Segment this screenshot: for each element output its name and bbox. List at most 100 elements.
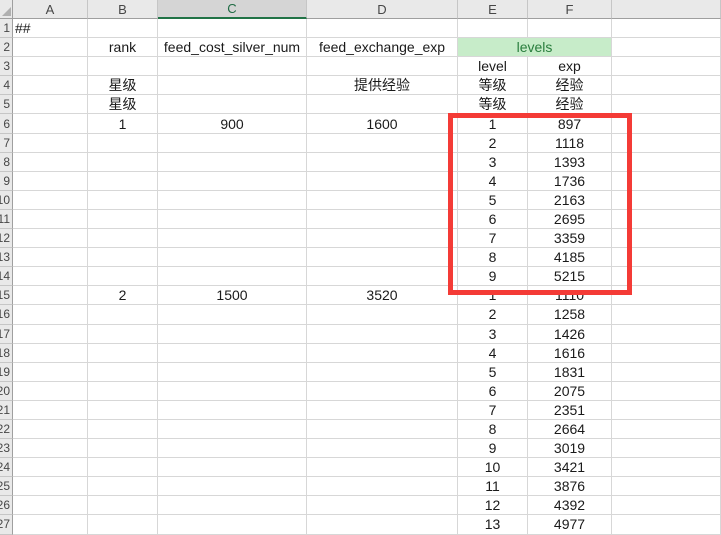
cell-B3[interactable] bbox=[88, 57, 158, 76]
cell-B6[interactable]: 1 bbox=[88, 114, 158, 133]
cell-B25[interactable] bbox=[88, 477, 158, 496]
cell-E7[interactable]: 2 bbox=[458, 134, 528, 153]
cell-F1[interactable] bbox=[528, 19, 612, 38]
cell-C19[interactable] bbox=[158, 363, 307, 382]
cell-F5[interactable]: 经验 bbox=[528, 95, 612, 114]
cell-B5[interactable]: 星级 bbox=[88, 95, 158, 114]
cell-B8[interactable] bbox=[88, 153, 158, 172]
cell-D22[interactable] bbox=[307, 420, 458, 439]
cell-E26[interactable]: 12 bbox=[458, 496, 528, 515]
row-header-5[interactable]: 5 bbox=[0, 95, 13, 114]
cell-G4[interactable] bbox=[612, 76, 721, 95]
cell-D11[interactable] bbox=[307, 210, 458, 229]
row-header-27[interactable]: 27 bbox=[0, 515, 13, 534]
cell-D4[interactable]: 提供经验 bbox=[307, 76, 458, 95]
cell-C26[interactable] bbox=[158, 496, 307, 515]
cell-A18[interactable] bbox=[13, 344, 88, 363]
cell-D8[interactable] bbox=[307, 153, 458, 172]
cell-C18[interactable] bbox=[158, 344, 307, 363]
cell-F20[interactable]: 2075 bbox=[528, 382, 612, 401]
cell-A3[interactable] bbox=[13, 57, 88, 76]
cell-A19[interactable] bbox=[13, 363, 88, 382]
cell-G27[interactable] bbox=[612, 515, 721, 534]
cell-F27[interactable]: 4977 bbox=[528, 515, 612, 534]
cell-B16[interactable] bbox=[88, 305, 158, 324]
cell-E10[interactable]: 5 bbox=[458, 191, 528, 210]
column-header-B[interactable]: B bbox=[88, 0, 158, 19]
cell-C12[interactable] bbox=[158, 229, 307, 248]
cell-B12[interactable] bbox=[88, 229, 158, 248]
cell-A5[interactable] bbox=[13, 95, 88, 114]
cell-F10[interactable]: 2163 bbox=[528, 191, 612, 210]
cell-B11[interactable] bbox=[88, 210, 158, 229]
cell-C20[interactable] bbox=[158, 382, 307, 401]
cell-E23[interactable]: 9 bbox=[458, 439, 528, 458]
cell-D5[interactable] bbox=[307, 95, 458, 114]
cell-C1[interactable] bbox=[158, 19, 307, 38]
row-header-9[interactable]: 9 bbox=[0, 172, 13, 191]
column-header-overflow[interactable] bbox=[612, 0, 721, 19]
cell-A24[interactable] bbox=[13, 458, 88, 477]
cell-G6[interactable] bbox=[612, 114, 721, 133]
cell-F26[interactable]: 4392 bbox=[528, 496, 612, 515]
cell-A1[interactable]: ## bbox=[13, 19, 88, 38]
cell-D10[interactable] bbox=[307, 191, 458, 210]
cell-E12[interactable]: 7 bbox=[458, 229, 528, 248]
cell-E27[interactable]: 13 bbox=[458, 515, 528, 534]
cell-G21[interactable] bbox=[612, 401, 721, 420]
cell-C23[interactable] bbox=[158, 439, 307, 458]
cell-B24[interactable] bbox=[88, 458, 158, 477]
row-header-16[interactable]: 16 bbox=[0, 305, 13, 324]
row-header-3[interactable]: 3 bbox=[0, 57, 13, 76]
row-header-1[interactable]: 1 bbox=[0, 19, 13, 38]
cell-A2[interactable] bbox=[13, 38, 88, 57]
cell-G5[interactable] bbox=[612, 95, 721, 114]
row-header-17[interactable]: 17 bbox=[0, 325, 13, 344]
cell-E13[interactable]: 8 bbox=[458, 248, 528, 267]
cell-B26[interactable] bbox=[88, 496, 158, 515]
row-header-7[interactable]: 7 bbox=[0, 134, 13, 153]
cell-F21[interactable]: 2351 bbox=[528, 401, 612, 420]
cell-G26[interactable] bbox=[612, 496, 721, 515]
cell-G7[interactable] bbox=[612, 134, 721, 153]
cell-A11[interactable] bbox=[13, 210, 88, 229]
cell-F7[interactable]: 1118 bbox=[528, 134, 612, 153]
cell-C15[interactable]: 1500 bbox=[158, 286, 307, 305]
cell-A10[interactable] bbox=[13, 191, 88, 210]
cell-G13[interactable] bbox=[612, 248, 721, 267]
cell-E3[interactable]: level bbox=[458, 57, 528, 76]
cell-C10[interactable] bbox=[158, 191, 307, 210]
cell-E22[interactable]: 8 bbox=[458, 420, 528, 439]
cell-B23[interactable] bbox=[88, 439, 158, 458]
cell-E19[interactable]: 5 bbox=[458, 363, 528, 382]
cell-G9[interactable] bbox=[612, 172, 721, 191]
cell-E24[interactable]: 10 bbox=[458, 458, 528, 477]
cell-C25[interactable] bbox=[158, 477, 307, 496]
cell-A25[interactable] bbox=[13, 477, 88, 496]
cell-F15[interactable]: 1110 bbox=[528, 286, 612, 305]
cell-A8[interactable] bbox=[13, 153, 88, 172]
cell-E4[interactable]: 等级 bbox=[458, 76, 528, 95]
cell-F12[interactable]: 3359 bbox=[528, 229, 612, 248]
cell-D23[interactable] bbox=[307, 439, 458, 458]
cell-F9[interactable]: 1736 bbox=[528, 172, 612, 191]
cell-D17[interactable] bbox=[307, 325, 458, 344]
cell-G15[interactable] bbox=[612, 286, 721, 305]
cell-D27[interactable] bbox=[307, 515, 458, 534]
cell-E8[interactable]: 3 bbox=[458, 153, 528, 172]
cell-C2[interactable]: feed_cost_silver_num bbox=[158, 38, 307, 57]
cell-A4[interactable] bbox=[13, 76, 88, 95]
cell-D12[interactable] bbox=[307, 229, 458, 248]
cell-A15[interactable] bbox=[13, 286, 88, 305]
cell-F24[interactable]: 3421 bbox=[528, 458, 612, 477]
column-header-C[interactable]: C bbox=[158, 0, 307, 19]
column-header-E[interactable]: E bbox=[458, 0, 528, 19]
cell-G12[interactable] bbox=[612, 229, 721, 248]
row-header-2[interactable]: 2 bbox=[0, 38, 13, 57]
cell-F23[interactable]: 3019 bbox=[528, 439, 612, 458]
cell-G16[interactable] bbox=[612, 305, 721, 324]
cell-F18[interactable]: 1616 bbox=[528, 344, 612, 363]
cell-E5[interactable]: 等级 bbox=[458, 95, 528, 114]
cell-A21[interactable] bbox=[13, 401, 88, 420]
row-header-22[interactable]: 22 bbox=[0, 420, 13, 439]
